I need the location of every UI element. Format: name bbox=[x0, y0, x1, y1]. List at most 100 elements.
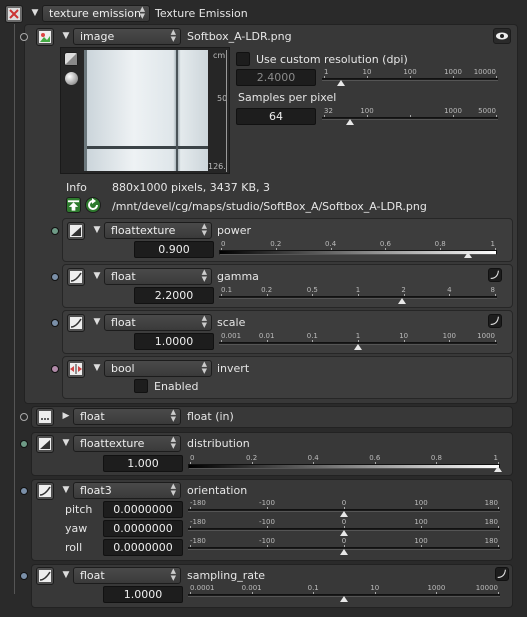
samples-tick-label: 100 bbox=[360, 107, 374, 115]
dropdown-arrows-icon: ▲ ▼ bbox=[201, 268, 207, 283]
samples-slider[interactable]: 32 100 1000 5000 bbox=[322, 107, 498, 125]
invert-input-socket[interactable] bbox=[51, 365, 59, 373]
distribution-input-socket[interactable] bbox=[20, 440, 28, 448]
dropdown-arrows-icon: ▲ ▼ bbox=[201, 222, 207, 237]
image-thumbnail[interactable] bbox=[84, 50, 208, 171]
sampling-rate-slider[interactable]: 0.0001 0.001 0.1 10 1000 10000 bbox=[188, 584, 500, 602]
gamma-track[interactable] bbox=[219, 296, 497, 299]
distribution-label: distribution bbox=[187, 437, 250, 450]
invert-collapse-arrow-icon[interactable]: ▼ bbox=[92, 363, 102, 373]
distribution-gradient-slider[interactable]: 0 0.2 0.4 0.6 0.8 1 bbox=[188, 454, 502, 472]
samples-input[interactable]: 64 bbox=[236, 108, 316, 125]
float-in-type-select[interactable]: float ▲ ▼ bbox=[73, 408, 181, 425]
pitch-slider[interactable]: -180 -100 0 100 180 bbox=[188, 499, 500, 517]
gamma-input-socket[interactable] bbox=[51, 273, 59, 281]
distribution-collapse-arrow-icon[interactable]: ▼ bbox=[61, 438, 71, 448]
alpha-view-toggle[interactable] bbox=[64, 52, 78, 66]
scale-slider[interactable]: 0.001 0.01 0.1 1 10 100 1000 bbox=[219, 332, 497, 350]
power-track[interactable] bbox=[219, 250, 497, 255]
distribution-type-select[interactable]: floattexture ▲ ▼ bbox=[73, 435, 181, 452]
scale-input[interactable]: 1.0000 bbox=[134, 333, 214, 350]
custom-resolution-input[interactable]: 2.4000 bbox=[236, 69, 316, 86]
sphere-view-toggle[interactable] bbox=[65, 72, 78, 85]
power-collapse-arrow-icon[interactable]: ▼ bbox=[92, 225, 102, 235]
visibility-toggle[interactable] bbox=[493, 28, 511, 44]
distribution-track[interactable] bbox=[188, 464, 500, 469]
gamma-collapse-arrow-icon[interactable]: ▼ bbox=[92, 271, 102, 281]
sampling-rate-collapse-arrow-icon[interactable]: ▼ bbox=[61, 570, 71, 580]
float-in-expand-arrow-icon[interactable]: ▶ bbox=[61, 411, 71, 421]
ellipsis-icon bbox=[39, 411, 51, 423]
scale-node-icon[interactable] bbox=[67, 314, 85, 332]
float-in-node-icon[interactable] bbox=[36, 408, 54, 426]
float-in-socket[interactable] bbox=[20, 413, 28, 421]
scale-thumb[interactable] bbox=[354, 344, 362, 350]
power-input[interactable]: 0.900 bbox=[134, 241, 214, 258]
scale-collapse-arrow-icon[interactable]: ▼ bbox=[92, 317, 102, 327]
power-node-icon[interactable] bbox=[67, 222, 85, 240]
scale-type-select[interactable]: float ▲ ▼ bbox=[104, 314, 212, 331]
yaw-thumb[interactable] bbox=[340, 530, 348, 536]
orientation-node-icon[interactable] bbox=[36, 482, 54, 500]
image-input-socket[interactable] bbox=[20, 33, 28, 41]
orientation-collapse-arrow-icon[interactable]: ▼ bbox=[61, 485, 71, 495]
curve-icon bbox=[497, 569, 506, 578]
custom-resolution-tick-label: 1000 bbox=[444, 68, 462, 76]
distribution-thumb[interactable] bbox=[494, 466, 502, 472]
image-seam-vertical bbox=[176, 50, 178, 171]
info-text: 880x1000 pixels, 3437 KB, 3 bbox=[112, 181, 270, 194]
image-collapse-arrow-icon[interactable]: ▼ bbox=[61, 31, 71, 41]
power-input-socket[interactable] bbox=[51, 227, 59, 235]
sampling-rate-curve-toggle[interactable] bbox=[495, 567, 509, 581]
invert-enabled-checkbox[interactable] bbox=[134, 379, 148, 393]
power-thumb[interactable] bbox=[463, 252, 472, 258]
scale-input-socket[interactable] bbox=[51, 319, 59, 327]
export-button[interactable] bbox=[66, 197, 81, 213]
power-type-select[interactable]: floattexture ▲ ▼ bbox=[104, 222, 212, 239]
orientation-input-socket[interactable] bbox=[20, 487, 28, 495]
gamma-node-icon[interactable] bbox=[67, 268, 85, 286]
samples-thumb[interactable] bbox=[345, 119, 354, 125]
pitch-thumb[interactable] bbox=[340, 511, 348, 517]
gamma-type-select[interactable]: float ▲ ▼ bbox=[104, 268, 212, 285]
custom-resolution-slider[interactable]: 1 10 100 1000 10000 bbox=[322, 68, 498, 86]
gamma-thumb[interactable] bbox=[397, 298, 406, 304]
reload-button[interactable] bbox=[85, 197, 101, 213]
float-curve-icon bbox=[70, 317, 82, 329]
gamma-curve-toggle[interactable] bbox=[488, 268, 502, 282]
connector-line bbox=[14, 24, 15, 594]
dropdown-arrows-icon: ▲ ▼ bbox=[170, 28, 176, 43]
custom-resolution-thumb[interactable] bbox=[337, 80, 346, 86]
sampling-rate-input[interactable]: 1.0000 bbox=[103, 586, 183, 603]
scale-curve-toggle[interactable] bbox=[488, 314, 502, 328]
gamma-tick-label: 4 bbox=[447, 286, 452, 294]
pitch-input[interactable]: 0.0000000 bbox=[103, 501, 183, 518]
power-label: power bbox=[217, 224, 251, 237]
custom-resolution-checkbox[interactable] bbox=[236, 52, 250, 66]
gamma-slider[interactable]: 0.1 0.2 0.5 1 2 4 8 bbox=[219, 286, 497, 304]
yaw-input[interactable]: 0.0000000 bbox=[103, 520, 183, 537]
roll-thumb[interactable] bbox=[340, 549, 348, 555]
texture-emission-node-icon[interactable] bbox=[5, 5, 23, 23]
invert-node-icon[interactable] bbox=[67, 360, 85, 378]
sampling-rate-type-select[interactable]: float ▲ ▼ bbox=[73, 567, 181, 584]
orientation-type-select[interactable]: float3 ▲ ▼ bbox=[73, 482, 181, 499]
sampling-rate-thumb[interactable] bbox=[340, 596, 348, 602]
roll-input[interactable]: 0.0000000 bbox=[103, 539, 183, 556]
gamma-input[interactable]: 2.2000 bbox=[134, 287, 214, 304]
distribution-input[interactable]: 1.000 bbox=[103, 455, 183, 472]
texture-icon bbox=[70, 225, 82, 237]
power-gradient-slider[interactable]: 0 0.2 0.4 0.6 0.8 1 bbox=[219, 240, 497, 258]
image-type-select[interactable]: image ▲ ▼ bbox=[73, 28, 181, 45]
sampling-rate-input-socket[interactable] bbox=[20, 572, 28, 580]
image-node-icon[interactable] bbox=[36, 28, 54, 46]
custom-resolution-track[interactable] bbox=[322, 78, 498, 81]
yaw-slider[interactable]: -180 -100 0 100 180 bbox=[188, 518, 500, 536]
sampling-rate-node-icon[interactable] bbox=[36, 567, 54, 585]
roll-slider[interactable]: -180 -100 0 100 180 bbox=[188, 537, 500, 555]
texture-emission-type-select[interactable]: texture emission ▲ ▼ bbox=[42, 5, 150, 22]
invert-type-select[interactable]: bool ▲ ▼ bbox=[104, 360, 212, 377]
sampling-rate-tick-label: 10000 bbox=[475, 584, 498, 592]
collapse-arrow-icon[interactable]: ▼ bbox=[30, 8, 40, 18]
distribution-node-icon[interactable] bbox=[36, 435, 54, 453]
